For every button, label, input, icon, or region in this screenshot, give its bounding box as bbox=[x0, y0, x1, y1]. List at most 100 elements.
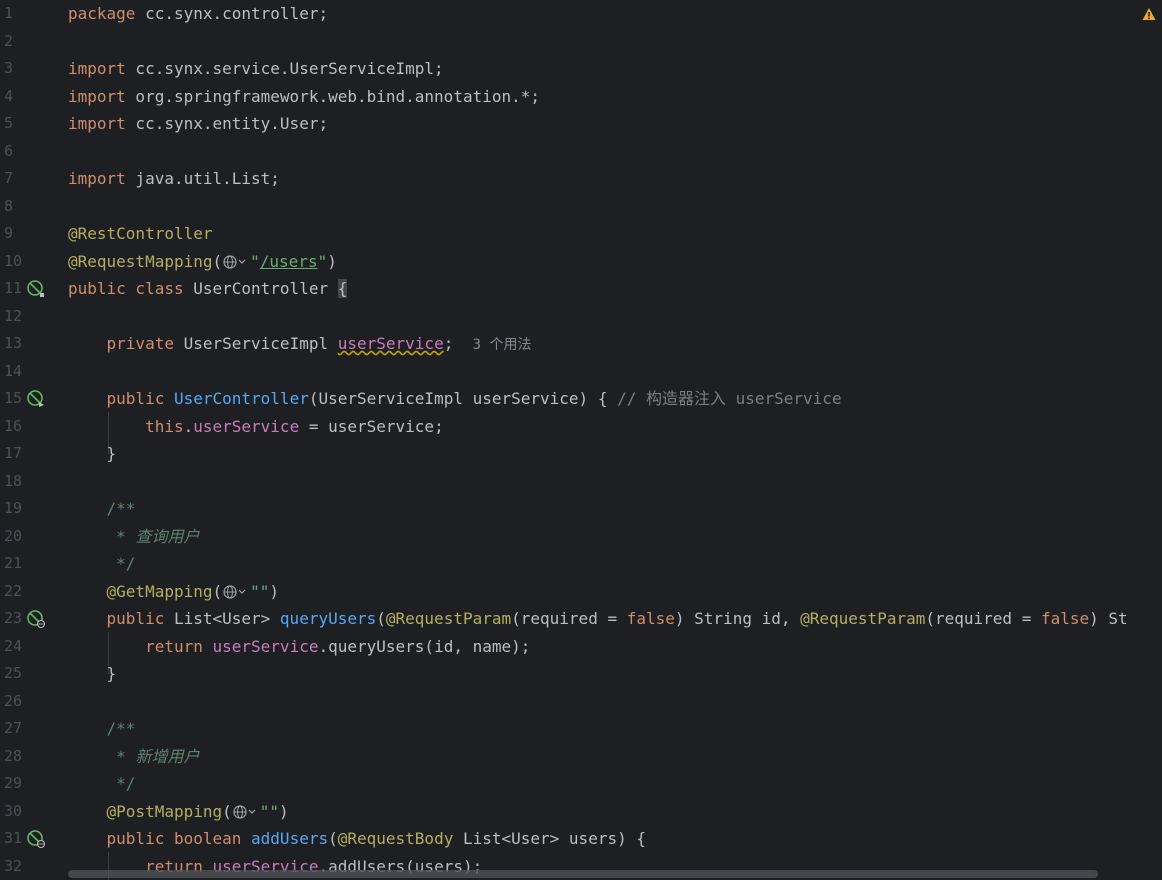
line-number[interactable]: 14 bbox=[0, 358, 60, 386]
line-number[interactable]: 7 bbox=[0, 165, 60, 193]
code-text: List<User> users) { bbox=[453, 829, 646, 848]
line-comment: // 构造器注入 userService bbox=[617, 389, 842, 408]
annotation: @RequestParam bbox=[800, 609, 926, 628]
keyword: public bbox=[106, 389, 165, 408]
code-line-25[interactable]: } bbox=[68, 660, 1162, 688]
code-line-5[interactable]: import cc.synx.entity.User; bbox=[68, 110, 1162, 138]
line-number[interactable]: 13 bbox=[0, 330, 60, 358]
code-line-31[interactable]: public boolean addUsers(@RequestBody Lis… bbox=[68, 825, 1162, 853]
line-number[interactable]: 8 bbox=[0, 193, 60, 221]
code-line-3[interactable]: import cc.synx.service.UserServiceImpl; bbox=[68, 55, 1162, 83]
code-line-13[interactable]: private UserServiceImpl userService; 3 个… bbox=[68, 330, 1162, 358]
code-line-20[interactable]: * 查询用户 bbox=[68, 523, 1162, 551]
code-line-17[interactable]: } bbox=[68, 440, 1162, 468]
line-number[interactable]: 32 bbox=[0, 853, 60, 880]
globe-dropdown-icon[interactable] bbox=[223, 584, 249, 600]
line-number-text: 10 bbox=[4, 251, 23, 270]
line-number[interactable]: 3 bbox=[0, 55, 60, 83]
line-number[interactable]: 4 bbox=[0, 83, 60, 111]
code-line-24[interactable]: return userService.queryUsers(id, name); bbox=[68, 633, 1162, 661]
line-number[interactable]: 18 bbox=[0, 468, 60, 496]
code-line-15[interactable]: public UserController(UserServiceImpl us… bbox=[68, 385, 1162, 413]
code-line-1[interactable]: package cc.synx.controller; bbox=[68, 0, 1162, 28]
globe-dropdown-icon[interactable] bbox=[223, 254, 249, 270]
keyword: import bbox=[68, 114, 126, 133]
line-number-text: 13 bbox=[4, 334, 23, 352]
line-number[interactable]: 19 bbox=[0, 495, 60, 523]
code-line-21[interactable]: */ bbox=[68, 550, 1162, 578]
line-number[interactable]: 5 bbox=[0, 110, 60, 138]
spring-inject-icon[interactable] bbox=[27, 390, 45, 408]
line-number-text: 29 bbox=[4, 774, 23, 792]
line-number-text: 18 bbox=[4, 471, 23, 490]
line-number[interactable]: 6 bbox=[0, 138, 60, 166]
line-number[interactable]: 30 bbox=[0, 798, 60, 826]
web-endpoint-icon[interactable] bbox=[27, 830, 45, 848]
field-with-warning[interactable]: userService bbox=[338, 334, 444, 353]
line-number[interactable]: 20 bbox=[0, 523, 60, 551]
line-number-text: 12 bbox=[4, 306, 23, 325]
line-number-text: 8 bbox=[4, 196, 14, 215]
line-number-text: 17 bbox=[4, 444, 23, 462]
url-link[interactable]: /users bbox=[260, 252, 318, 271]
line-number[interactable]: 27 bbox=[0, 715, 60, 743]
code-line-28[interactable]: * 新增用户 bbox=[68, 743, 1162, 771]
line-number-text: 30 bbox=[4, 801, 23, 820]
code-text: cc.synx.service.UserServiceImpl; bbox=[125, 59, 444, 78]
code-line-30[interactable]: @PostMapping("") bbox=[68, 798, 1162, 826]
line-number[interactable]: 9 bbox=[0, 220, 60, 248]
code-text: ) String id, bbox=[674, 609, 801, 628]
line-number[interactable]: 16 bbox=[0, 413, 60, 441]
annotation: @RequestMapping bbox=[68, 251, 213, 271]
globe-dropdown-icon[interactable] bbox=[233, 804, 259, 820]
usages-hint[interactable]: 3 个用法 bbox=[473, 337, 532, 353]
line-number[interactable]: 10 bbox=[0, 248, 60, 276]
code-line-7[interactable]: import java.util.List; bbox=[68, 165, 1162, 193]
spring-bean-icon[interactable] bbox=[27, 280, 45, 298]
line-number[interactable]: 12 bbox=[0, 303, 60, 331]
code-line-27[interactable]: /** bbox=[68, 715, 1162, 743]
doc-comment: */ bbox=[106, 554, 136, 573]
code-line-23[interactable]: public List<User> queryUsers(@RequestPar… bbox=[68, 605, 1162, 633]
line-number[interactable]: 21 bbox=[0, 550, 60, 578]
doc-comment: /** bbox=[106, 499, 136, 518]
code-line-4[interactable]: import org.springframework.web.bind.anno… bbox=[68, 83, 1162, 111]
code-line-10[interactable]: @RequestMapping("/users") bbox=[68, 248, 1162, 276]
line-number-text: 9 bbox=[4, 224, 14, 242]
web-endpoint-icon[interactable] bbox=[27, 610, 45, 628]
line-number-text: 5 bbox=[4, 114, 14, 132]
line-number[interactable]: 22 bbox=[0, 578, 60, 606]
line-number-text: 21 bbox=[4, 554, 23, 572]
keyword: package bbox=[68, 4, 136, 23]
line-number[interactable]: 17 bbox=[0, 440, 60, 468]
line-number[interactable]: 2 bbox=[0, 28, 60, 56]
code-line-29[interactable]: */ bbox=[68, 770, 1162, 798]
line-number-text: 3 bbox=[4, 59, 14, 77]
line-number[interactable]: 24 bbox=[0, 633, 60, 661]
line-number-text: 14 bbox=[4, 361, 23, 380]
line-number[interactable]: 28 bbox=[0, 743, 60, 771]
method-name: queryUsers bbox=[279, 609, 377, 628]
line-number[interactable]: 26 bbox=[0, 688, 60, 716]
field-ref: userService bbox=[193, 416, 300, 436]
code-text: ) bbox=[269, 581, 280, 601]
string-literal: "" bbox=[259, 801, 280, 821]
code-line-19[interactable]: /** bbox=[68, 495, 1162, 523]
keyword: import bbox=[68, 86, 126, 106]
doc-comment-star: * bbox=[106, 526, 136, 546]
horizontal-scrollbar[interactable] bbox=[68, 870, 1098, 878]
annotation: @RequestBody bbox=[337, 829, 454, 848]
code-line-22[interactable]: @GetMapping("") bbox=[68, 578, 1162, 606]
annotation: @RequestParam bbox=[385, 609, 512, 628]
line-number[interactable]: 1 bbox=[0, 0, 60, 28]
code-line-16[interactable]: this.userService = userService; bbox=[68, 413, 1162, 441]
line-number[interactable]: 25 bbox=[0, 660, 60, 688]
code-editor[interactable]: 1 2 3 4 5 6 7 8 9 10 11 12 13 14 15 16 17 18 19 20 21 22 23 24 2… bbox=[0, 0, 1162, 880]
doc-comment-text: 查询用户 bbox=[135, 526, 200, 546]
code-line-9[interactable]: @RestController bbox=[68, 220, 1162, 248]
line-number[interactable]: 29 bbox=[0, 770, 60, 798]
keyword: import bbox=[68, 169, 126, 188]
code-line-11[interactable]: public class UserController { bbox=[68, 275, 1162, 303]
annotation: @PostMapping bbox=[106, 801, 223, 821]
